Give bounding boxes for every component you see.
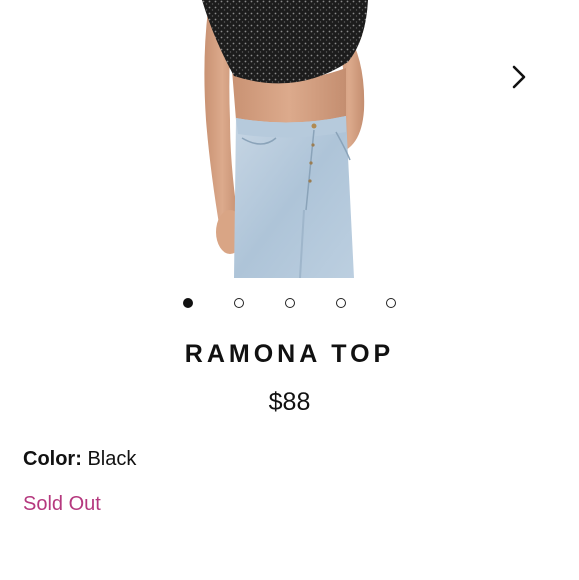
product-page: RAMONA TOP $88 Color: Black Sold Out (0, 0, 579, 580)
chevron-right-icon (512, 65, 526, 89)
carousel-dot-2[interactable] (234, 298, 244, 308)
carousel-pagination (0, 296, 579, 312)
color-row: Color: Black (23, 448, 136, 471)
product-price: $88 (268, 388, 311, 416)
carousel-dot-1[interactable] (183, 298, 193, 308)
next-image-button[interactable] (503, 60, 535, 94)
product-name: RAMONA TOP (184, 340, 395, 368)
color-value: Black (87, 448, 137, 470)
product-image-carousel[interactable] (0, 0, 579, 278)
product-image (202, 0, 368, 278)
sold-out-status: Sold Out (23, 493, 101, 515)
carousel-dot-5[interactable] (386, 298, 396, 308)
carousel-dot-4[interactable] (336, 298, 346, 308)
carousel-dot-3[interactable] (285, 298, 295, 308)
color-label: Color: (23, 448, 82, 470)
